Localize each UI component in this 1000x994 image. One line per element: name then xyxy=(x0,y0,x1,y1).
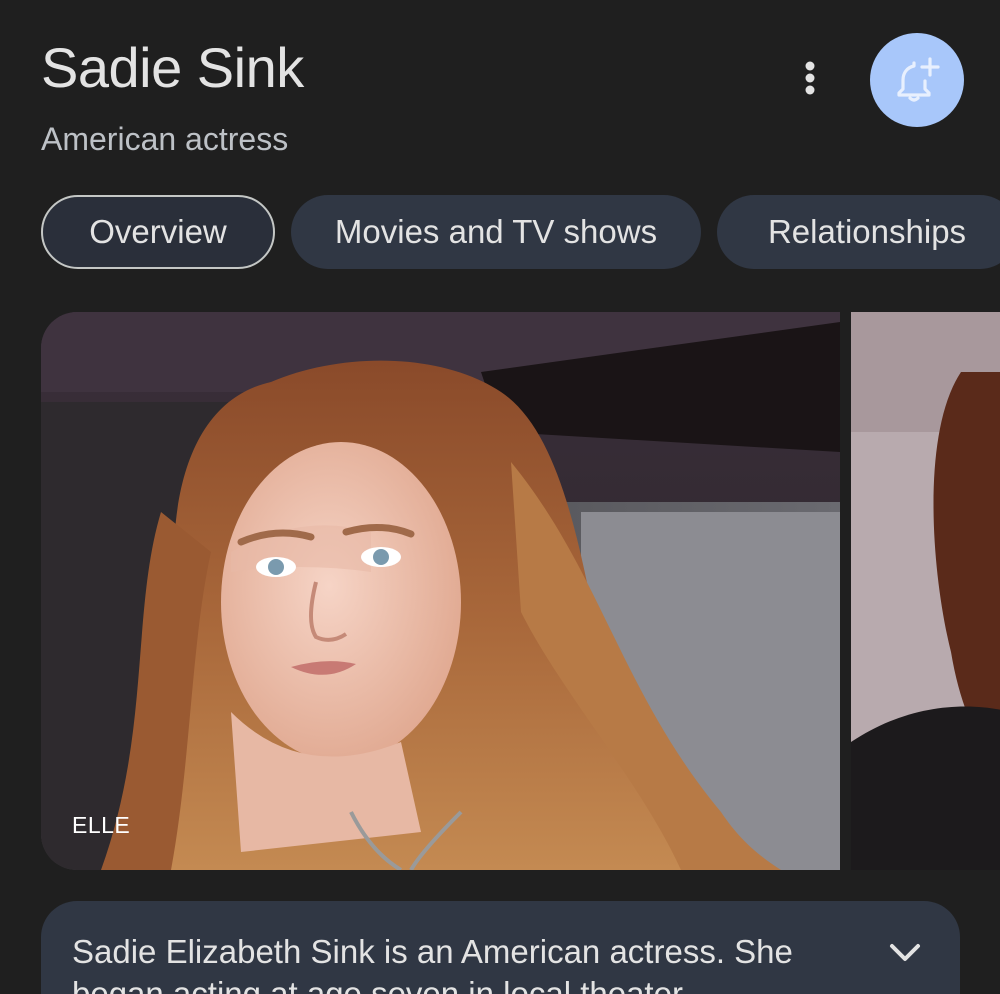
description-text: Sadie Elizabeth Sink is an American actr… xyxy=(72,933,793,994)
knowledge-panel: Sadie Sink American actress Overview Mov… xyxy=(0,0,1000,994)
tab-overview[interactable]: Overview xyxy=(41,195,275,269)
carousel-image-1[interactable]: ELLE xyxy=(41,312,840,870)
image-carousel: ELLE xyxy=(41,312,1000,870)
carousel-image-2[interactable] xyxy=(851,312,1000,870)
more-vert-icon xyxy=(805,61,815,95)
bell-plus-icon xyxy=(897,57,940,102)
tab-relationships[interactable]: Relationships xyxy=(717,195,1000,269)
tab-bar: Overview Movies and TV shows Relationshi… xyxy=(41,195,1000,273)
chevron-down-icon[interactable] xyxy=(887,937,923,967)
second-photo xyxy=(851,312,1000,870)
description-card[interactable]: Sadie Elizabeth Sink is an American actr… xyxy=(41,901,960,994)
more-options-button[interactable] xyxy=(790,52,830,104)
portrait-photo xyxy=(41,312,840,870)
image-source-label: ELLE xyxy=(72,812,131,838)
page-title: Sadie Sink xyxy=(41,36,304,99)
page-subtitle: American actress xyxy=(41,121,289,157)
tab-movies-and-tv-shows[interactable]: Movies and TV shows xyxy=(291,195,701,269)
follow-button[interactable] xyxy=(870,33,964,127)
